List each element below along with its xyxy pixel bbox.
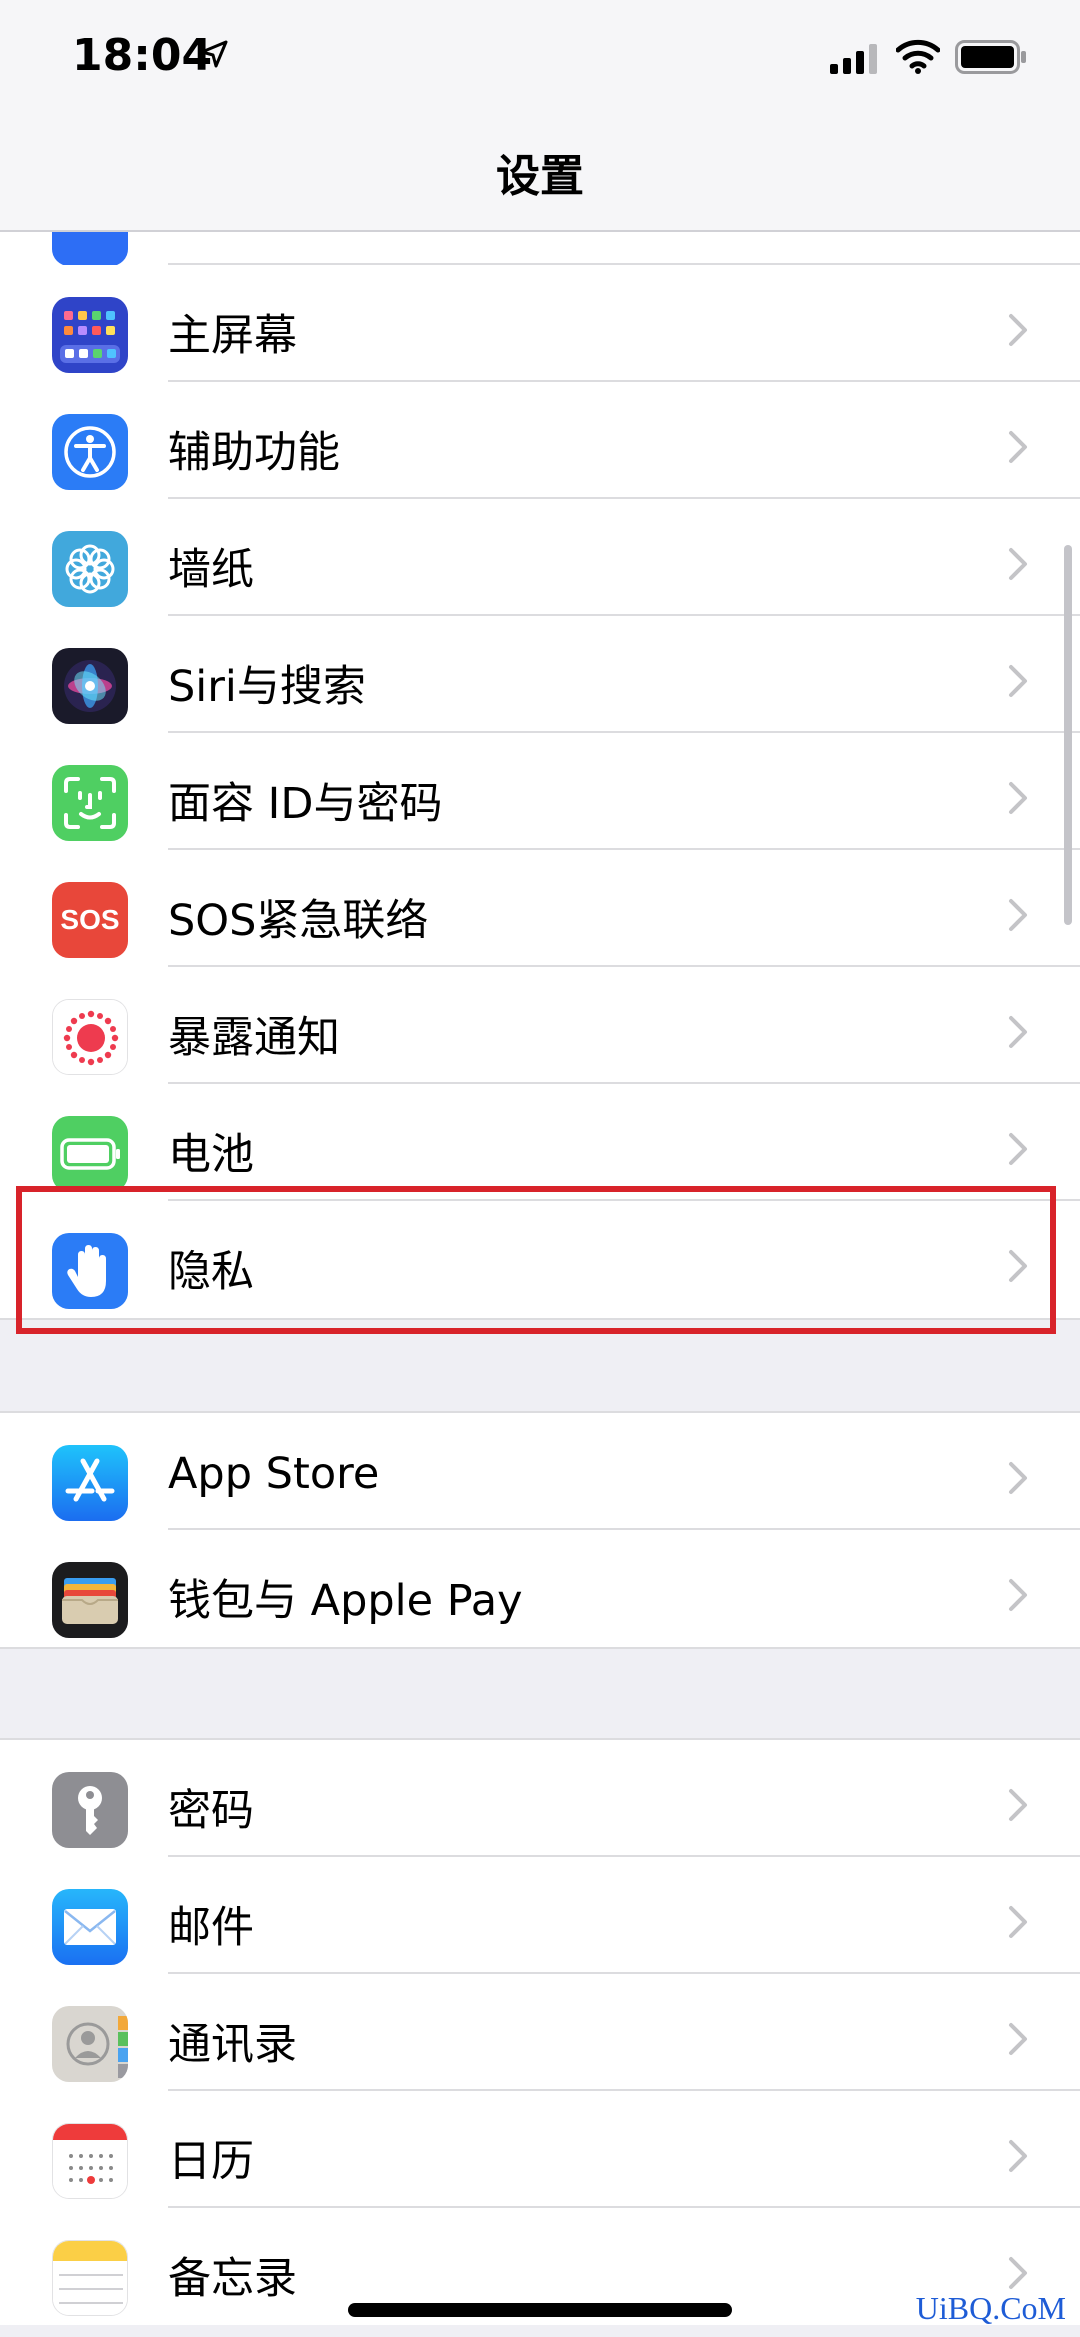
notes-icon [52,2240,128,2316]
top-bar: 18:04 设置 [0,0,1080,232]
settings-row-siri[interactable]: Siri与搜索 [0,616,1080,733]
chevron-right-icon [1009,1133,1027,1165]
home-indicator[interactable] [348,2303,732,2317]
home-screen-icon [52,297,128,373]
settings-row-home-screen[interactable]: 主屏幕 [0,265,1080,382]
status-time: 18:04 [72,30,213,81]
settings-row-mail[interactable]: 邮件 [0,1857,1080,1974]
wallpaper-icon [52,531,128,607]
settings-row-battery[interactable]: 电池 [0,1084,1080,1201]
chevron-right-icon [1009,782,1027,814]
chevron-right-icon [1009,2140,1027,2172]
settings-group-1: 主屏幕 辅助功能 墙纸 Siri与搜索 面容 ID与密码 SOS SOS紧急联络… [0,265,1080,1320]
partial-row [0,190,1080,266]
key-icon [52,1772,128,1848]
settings-row-label: 主屏幕 [168,311,297,361]
scroll-indicator[interactable] [1064,545,1072,925]
chevron-right-icon [1009,1789,1027,1821]
settings-row-contacts[interactable]: 通讯录 [0,1974,1080,2091]
settings-row-accessibility[interactable]: 辅助功能 [0,382,1080,499]
chevron-right-icon [1009,1579,1027,1611]
chevron-right-icon [1009,1016,1027,1048]
chevron-right-icon [1009,548,1027,580]
location-arrow-icon [200,40,228,68]
settings-row-exposure-notifications[interactable]: 暴露通知 [0,967,1080,1084]
accessibility-icon [52,414,128,490]
wifi-icon [896,39,940,74]
chevron-right-icon [1009,314,1027,346]
settings-row-label: 面容 ID与密码 [168,779,443,829]
sos-icon: SOS [52,882,128,958]
chevron-right-icon [1009,2023,1027,2055]
settings-row-wallet[interactable]: 钱包与 Apple Pay [0,1530,1080,1647]
battery-status-icon [955,40,1026,74]
siri-icon [52,648,128,724]
settings-row-face-id[interactable]: 面容 ID与密码 [0,733,1080,850]
settings-row-wallpaper[interactable]: 墙纸 [0,499,1080,616]
chevron-right-icon [1009,2257,1027,2289]
settings-row-label: 邮件 [168,1903,254,1953]
sos-icon-text: SOS [60,904,120,935]
calendar-icon [52,2123,128,2199]
settings-row-label: App Store [168,1449,380,1499]
settings-row-label: 墙纸 [168,545,254,595]
settings-row-label: SOS紧急联络 [168,896,429,946]
settings-row-label: 电池 [168,1130,254,1180]
settings-row-calendar[interactable]: 日历 [0,2091,1080,2208]
settings-row-label: 密码 [168,1786,254,1836]
chevron-right-icon [1009,1462,1027,1494]
battery-icon [52,1116,128,1192]
settings-row-passwords[interactable]: 密码 [0,1740,1080,1857]
page-title: 设置 [496,151,584,202]
settings-row-label: 日历 [168,2137,254,2187]
watermark-text: UiBQ.CoM [915,2290,1066,2326]
settings-row-label: 暴露通知 [168,1013,340,1063]
cellular-signal-icon [830,44,877,74]
contacts-icon [52,2006,128,2082]
settings-row-sos[interactable]: SOS SOS紧急联络 [0,850,1080,967]
settings-group-2: App Store 钱包与 Apple Pay [0,1411,1080,1649]
settings-row-app-store[interactable]: App Store [0,1413,1080,1530]
exposure-notification-icon [52,999,128,1075]
settings-group-3: 密码 邮件 通讯录 日历 备忘录 [0,1738,1080,2325]
chevron-right-icon [1009,431,1027,463]
settings-row-label: 辅助功能 [168,428,340,478]
settings-row-label: 通讯录 [168,2020,297,2070]
privacy-highlight-box [16,1186,1056,1334]
chevron-right-icon [1009,665,1027,697]
settings-row-label: Siri与搜索 [168,662,366,712]
chevron-right-icon [1009,899,1027,931]
chevron-right-icon [1009,1906,1027,1938]
settings-row-label: 备忘录 [168,2254,297,2304]
mail-icon [52,1889,128,1965]
settings-row-label: 钱包与 Apple Pay [168,1576,523,1626]
app-store-icon [52,1445,128,1521]
wallet-icon [52,1562,128,1638]
face-id-icon [52,765,128,841]
